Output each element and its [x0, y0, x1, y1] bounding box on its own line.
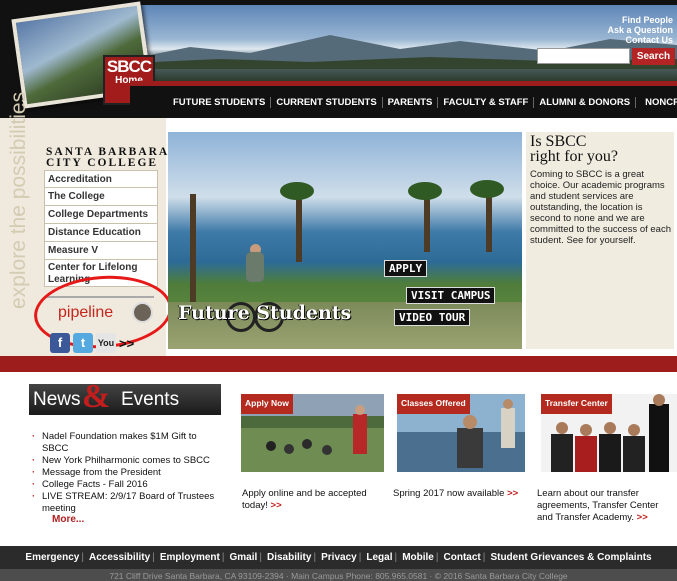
- logo-text: SBCC: [106, 57, 152, 76]
- footer-link-mobile[interactable]: Mobile: [402, 552, 434, 563]
- blurb-title-line2: right for you?: [530, 148, 618, 165]
- classes-offered-caption: Spring 2017 now available >>: [393, 488, 533, 500]
- palm-fronds: [408, 182, 442, 200]
- sidebar-item-accreditation[interactable]: Accreditation: [44, 170, 158, 188]
- college-name-line2: CITY COLLEGE: [46, 157, 159, 169]
- video-tour-button[interactable]: VIDEO TOUR: [394, 309, 471, 326]
- sidebar-item-college-departments[interactable]: College Departments: [44, 206, 158, 224]
- site-header: SBCC Home Find People Ask a Question Con…: [0, 0, 677, 118]
- find-people-link[interactable]: Find People: [607, 15, 673, 25]
- hero-banner: APPLY VISIT CAMPUS VIDEO TOUR Future Stu…: [168, 132, 522, 349]
- footer-link-emergency[interactable]: Emergency: [25, 552, 79, 563]
- lamp-post: [190, 194, 196, 304]
- utility-links: Find People Ask a Question Contact Us: [607, 15, 673, 45]
- news-item[interactable]: LIVE STREAM: 2/9/17 Board of Trustees me…: [32, 491, 222, 515]
- footer-address: 721 Cliff Drive Santa Barbara, CA 93109-…: [0, 569, 677, 581]
- nav-noncredit[interactable]: NONCREDIT: [640, 97, 677, 108]
- footer-link-privacy[interactable]: Privacy: [321, 552, 357, 563]
- palm-trunk: [424, 192, 430, 252]
- apply-now-arrow-link[interactable]: >>: [271, 500, 282, 511]
- blurb-body: Coming to SBCC is a great choice. Our ac…: [530, 169, 671, 246]
- classes-offered-label: Classes Offered: [397, 394, 470, 414]
- palm-trunk: [486, 190, 492, 252]
- apply-now-text: Apply online and be accepted today!: [242, 488, 367, 511]
- header-banner-image: [130, 5, 677, 81]
- transfer-center-tile[interactable]: Transfer Center: [541, 394, 677, 472]
- classes-offered-text: Spring 2017 now available: [393, 488, 505, 499]
- footer-link-grievances[interactable]: Student Grievances & Complaints: [490, 552, 651, 563]
- news-title-right: Events: [121, 389, 180, 410]
- news-item[interactable]: College Facts - Fall 2016: [32, 479, 222, 491]
- twitter-icon[interactable]: t: [73, 333, 93, 353]
- apply-now-label: Apply Now: [241, 394, 293, 414]
- nav-alumni-donors[interactable]: ALUMNI & DONORS: [534, 96, 637, 108]
- nav-parents[interactable]: PARENTS: [383, 96, 439, 108]
- nav-current-students[interactable]: CURRENT STUDENTS: [271, 96, 383, 108]
- sidebar-item-the-college[interactable]: The College: [44, 188, 158, 206]
- sidebar-item-distance-education[interactable]: Distance Education: [44, 224, 158, 242]
- classes-offered-tile[interactable]: Classes Offered: [397, 394, 525, 472]
- contact-us-link[interactable]: Contact Us: [607, 35, 673, 45]
- social-links: f t You >>: [50, 333, 134, 353]
- ask-question-link[interactable]: Ask a Question: [607, 25, 673, 35]
- classes-offered-arrow-link[interactable]: >>: [507, 488, 518, 499]
- visit-campus-button[interactable]: VISIT CAMPUS: [406, 287, 496, 304]
- youtube-icon[interactable]: You: [96, 333, 116, 353]
- apply-now-caption: Apply online and be accepted today! >>: [242, 488, 382, 512]
- transfer-center-caption: Learn about our transfer agreements, Tra…: [537, 488, 675, 524]
- footer-link-legal[interactable]: Legal: [366, 552, 392, 563]
- search-input[interactable]: [537, 48, 630, 64]
- news-more-link[interactable]: More...: [52, 514, 84, 525]
- news-ampersand: &: [82, 378, 111, 415]
- college-name: SANTA BARBARA CITY COLLEGE: [46, 146, 169, 169]
- main-nav: FUTURE STUDENTS CURRENT STUDENTS PARENTS…: [130, 86, 677, 118]
- footer-link-contact[interactable]: Contact: [444, 552, 481, 563]
- hero-caption: Future Students: [178, 302, 352, 324]
- nav-faculty-staff[interactable]: FACULTY & STAFF: [438, 96, 535, 108]
- nav-future-students[interactable]: FUTURE STUDENTS: [168, 96, 272, 108]
- social-more-link[interactable]: >>: [119, 336, 134, 351]
- sidebar-links: Accreditation The College College Depart…: [44, 170, 158, 287]
- footer-link-gmail[interactable]: Gmail: [230, 552, 258, 563]
- facebook-icon[interactable]: f: [50, 333, 70, 353]
- sidebar-item-measure-v[interactable]: Measure V: [44, 242, 158, 260]
- blurb-title: Is SBCC right for you?: [530, 134, 674, 165]
- apply-now-tile[interactable]: Apply Now: [241, 394, 384, 472]
- news-item[interactable]: Nadel Foundation makes $1M Gift to SBCC: [32, 431, 222, 455]
- transfer-center-arrow-link[interactable]: >>: [637, 512, 648, 523]
- news-item[interactable]: New York Philharmonic comes to SBCC: [32, 455, 222, 467]
- news-heading: News & Events: [29, 378, 221, 415]
- footer-link-accessibility[interactable]: Accessibility: [89, 552, 150, 563]
- news-item[interactable]: Message from the President: [32, 467, 222, 479]
- palm-fronds: [470, 180, 504, 198]
- maroon-band: [0, 356, 677, 372]
- footer-link-employment[interactable]: Employment: [160, 552, 220, 563]
- news-title-left: News: [33, 389, 81, 410]
- footer-links: Emergency | Accessibility | Employment | Gm…: [0, 546, 677, 569]
- sidebar-tagline: explore the possibilities: [7, 91, 30, 309]
- apply-button[interactable]: APPLY: [384, 260, 428, 277]
- news-list: Nadel Foundation makes $1M Gift to SBCC …: [32, 431, 222, 515]
- intro-blurb: Is SBCC right for you? Coming to SBCC is…: [526, 132, 674, 349]
- palm-fronds: [280, 182, 314, 200]
- palm-trunk: [296, 192, 302, 262]
- footer-link-disability[interactable]: Disability: [267, 552, 311, 563]
- transfer-center-label: Transfer Center: [541, 394, 612, 414]
- search-button[interactable]: Search: [632, 48, 675, 65]
